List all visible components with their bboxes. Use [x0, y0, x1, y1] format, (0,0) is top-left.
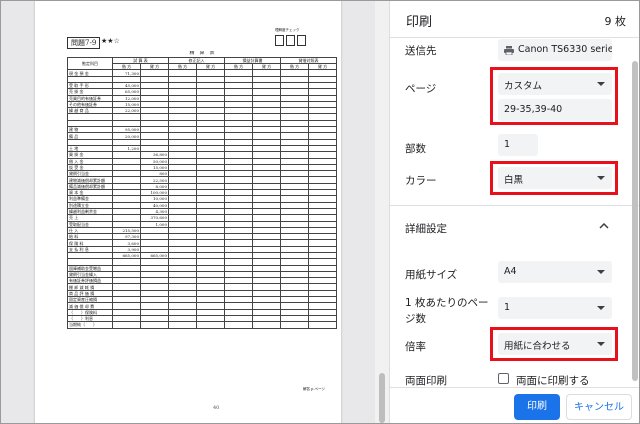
destination-label: 送信先 — [405, 45, 437, 57]
duplex-checkbox[interactable] — [498, 373, 509, 384]
amount-cell — [280, 321, 309, 329]
page-range-input[interactable]: 29-35,39-40 — [498, 99, 612, 121]
account-cell: 当期純（ ） — [67, 321, 113, 329]
amount-cell — [307, 321, 338, 329]
duplex-label: 両面印刷 — [405, 375, 447, 387]
scale-label: 倍率 — [405, 341, 426, 353]
check-box — [275, 35, 284, 46]
check-box — [286, 35, 295, 46]
print-button[interactable]: 印刷 — [514, 394, 560, 420]
page-range-value: 29-35,39-40 — [504, 104, 563, 115]
color-label: カラー — [405, 175, 437, 187]
cancel-button[interactable]: キャンセル — [566, 394, 632, 420]
page-number: 40 — [213, 405, 220, 411]
col-group-header: 勘定科目 — [67, 56, 113, 71]
print-dialog: 問題7-9 ★★☆ 理解度チェック 精 算 表 勘定科目 試 算 表 修正記入 — [0, 0, 640, 424]
check-box — [297, 35, 306, 46]
paper-size-select[interactable]: A4 — [498, 261, 612, 283]
chevron-down-icon — [597, 82, 605, 86]
destination-select[interactable]: Canon TS6330 series — [498, 39, 612, 61]
table-row: 当期純（ ） — [67, 321, 338, 329]
chevron-down-icon — [597, 306, 605, 310]
divider — [390, 205, 639, 206]
scroll-thumb[interactable] — [632, 61, 638, 381]
amount-cell — [168, 321, 197, 329]
scroll-thumb[interactable] — [379, 373, 385, 423]
chevron-down-icon — [597, 342, 605, 346]
amount-cell — [112, 321, 141, 329]
amount-cell — [140, 321, 169, 329]
settings-panel: 印刷 9 枚 送信先 Canon TS6330 series ページ カスタム … — [389, 1, 639, 423]
amount-cell — [252, 321, 281, 329]
dialog-title: 印刷 — [406, 15, 433, 30]
pages-value: カスタム — [504, 81, 543, 92]
divider — [390, 37, 639, 38]
pages-select[interactable]: カスタム — [498, 73, 612, 95]
color-select[interactable]: 白黒 — [498, 167, 612, 189]
pages-per-sheet-label: 1 枚あたりのページ数 — [405, 297, 489, 325]
scale-select[interactable]: 用紙に合わせる — [498, 333, 612, 355]
printer-icon — [504, 46, 514, 55]
destination-value: Canon TS6330 series — [518, 44, 612, 55]
copies-input[interactable]: 1 — [498, 134, 538, 156]
preview-scrollbar[interactable] — [375, 1, 389, 423]
preview-page: 問題7-9 ★★☆ 理解度チェック 精 算 表 勘定科目 試 算 表 修正記入 — [35, 1, 341, 423]
scale-value: 用紙に合わせる — [504, 341, 571, 352]
chevron-down-icon — [597, 176, 605, 180]
settings-scrollbar[interactable] — [629, 57, 639, 387]
worksheet-table: 精 算 表 勘定科目 試 算 表 修正記入 損益計算書 貸借対照表 借 方 貸 … — [67, 51, 338, 329]
paper-size-label: 用紙サイズ — [405, 269, 458, 281]
pages-per-sheet-select[interactable]: 1 — [498, 297, 612, 319]
dialog-footer: 印刷 キャンセル — [390, 387, 639, 423]
amount-cell — [196, 321, 225, 329]
pages-label: ページ — [405, 83, 437, 95]
duplex-option-label: 両面に印刷する — [516, 375, 590, 387]
copies-value: 1 — [504, 139, 511, 150]
chevron-down-icon — [597, 270, 605, 274]
chevron-up-icon[interactable] — [599, 223, 609, 229]
answer-note: 解答 p.ページ — [303, 387, 325, 391]
problem-title: 問題7-9 — [67, 37, 101, 49]
sheet-count: 9 枚 — [604, 15, 627, 28]
advanced-settings-toggle[interactable]: 詳細設定 — [405, 221, 447, 236]
pages-per-sheet-value: 1 — [504, 302, 511, 313]
amount-cell — [224, 321, 253, 329]
paper-size-value: A4 — [504, 266, 517, 277]
difficulty-stars: ★★☆ — [101, 37, 120, 45]
color-value: 白黒 — [504, 175, 524, 186]
copies-label: 部数 — [405, 143, 426, 155]
check-label: 理解度チェック — [275, 28, 300, 32]
print-preview-area: 問題7-9 ★★☆ 理解度チェック 精 算 表 勘定科目 試 算 表 修正記入 — [1, 1, 389, 423]
